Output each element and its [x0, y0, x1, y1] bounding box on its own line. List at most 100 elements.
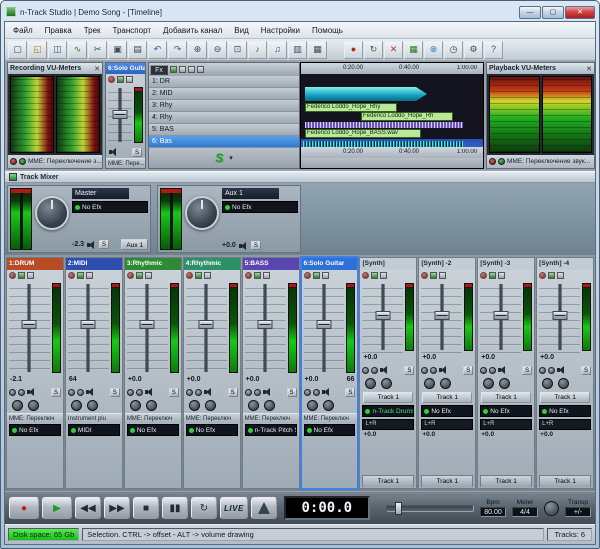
volume-fader[interactable] [304, 281, 345, 375]
solo-button[interactable]: S [110, 388, 120, 397]
snap-grid-icon[interactable]: ▦ [404, 41, 423, 59]
slider-thumb[interactable] [395, 502, 402, 515]
track-select-button[interactable]: Track 1 [540, 392, 590, 403]
aux-send-knob[interactable] [365, 378, 376, 389]
solo-button[interactable]: S [522, 366, 532, 375]
menu-item[interactable]: Помощь [306, 25, 349, 36]
volume-fader[interactable] [480, 281, 521, 353]
clock-icon[interactable]: ◷ [444, 41, 463, 59]
volume-fader[interactable] [9, 281, 50, 375]
clip-label[interactable]: Federico Loddo_Hope_BASS.wav [305, 129, 421, 138]
undo-icon[interactable]: ↶ [148, 41, 167, 59]
aux-send-knob[interactable] [189, 400, 200, 411]
pan-knob-large[interactable] [499, 378, 510, 389]
track-tab[interactable]: Track 1 [362, 475, 414, 487]
pause-button[interactable]: ▮▮ [162, 497, 188, 519]
mute-speaker-icon[interactable] [439, 366, 448, 374]
record-led-icon[interactable] [10, 158, 17, 165]
pan-knob[interactable] [127, 389, 134, 396]
strip-name[interactable]: 1:DRUM [7, 258, 63, 270]
effects-slot[interactable]: No Efx [539, 405, 591, 417]
fx-icon[interactable] [126, 76, 133, 83]
new-file-icon[interactable]: ▢ [8, 41, 27, 59]
meter-value[interactable]: 4/4 [512, 507, 538, 517]
fader-handle[interactable] [81, 320, 96, 329]
strip-name[interactable]: 4:Rhythmic [184, 258, 240, 270]
track-tab[interactable]: Track 1 [480, 475, 532, 487]
solo-button[interactable]: S [463, 366, 473, 375]
song-position-slider[interactable] [386, 505, 474, 512]
chevron-down-icon[interactable]: ▾ [229, 154, 233, 162]
record-button[interactable]: ● [9, 497, 39, 519]
master-volume-knob[interactable] [35, 196, 69, 230]
solo-button[interactable]: S [99, 240, 109, 249]
mute-speaker-icon[interactable] [109, 148, 118, 156]
pan-knob[interactable] [245, 389, 252, 396]
aux-send-knob[interactable] [307, 400, 318, 411]
pan-knob[interactable] [186, 389, 193, 396]
clip-label[interactable]: Federico Loddo_Hope_Rh [361, 112, 453, 121]
monitor-icon[interactable] [254, 272, 261, 279]
solo-button[interactable]: S [581, 366, 591, 375]
output-channel-box[interactable]: L+R [421, 419, 473, 430]
track-row[interactable]: 5: BAS [149, 124, 299, 136]
audio-clip-waveform[interactable] [305, 87, 427, 101]
add-midi-track-icon[interactable]: ♫ [268, 41, 287, 59]
volume-fader[interactable] [539, 281, 580, 353]
fader-handle[interactable] [22, 320, 37, 329]
pan-knob-large[interactable] [146, 400, 157, 411]
trim-knob[interactable] [430, 367, 437, 374]
io-device-label[interactable]: MME: Переключ [125, 413, 181, 423]
io-device-label[interactable]: MME: Переключ [7, 413, 63, 423]
mute-speaker-icon[interactable] [263, 388, 272, 396]
fader-handle[interactable] [199, 320, 214, 329]
monitor-led-icon[interactable] [498, 158, 505, 165]
io-device-label[interactable]: Instrument plu [66, 413, 122, 423]
fx-bypass-icon[interactable] [145, 272, 152, 279]
monitor-icon[interactable] [313, 272, 320, 279]
mute-all-icon[interactable] [179, 66, 186, 73]
play-button[interactable]: ▶ [42, 497, 72, 519]
fx-bypass-icon[interactable] [27, 272, 34, 279]
track-row[interactable]: 2: MID [149, 88, 299, 100]
record-arm-icon[interactable] [362, 272, 369, 279]
collapse-all-icon[interactable] [197, 66, 204, 73]
delete-icon[interactable]: ✕ [384, 41, 403, 59]
monitor-icon[interactable] [430, 272, 437, 279]
pan-knob[interactable] [304, 389, 311, 396]
fader-handle[interactable] [140, 320, 155, 329]
zoom-out-icon[interactable]: ⊖ [208, 41, 227, 59]
clip-label[interactable]: Federico Loddo_Hope_Rhy [305, 103, 397, 112]
pan-knob-large[interactable] [28, 400, 39, 411]
mute-speaker-icon[interactable] [239, 242, 248, 250]
transpose-value[interactable]: +/- [565, 507, 591, 517]
save-file-icon[interactable]: ◫ [48, 41, 67, 59]
strip-name[interactable]: 5:BASS [243, 258, 299, 270]
paste-icon[interactable]: ▤ [128, 41, 147, 59]
io-device-label[interactable]: MME: Переключ [184, 413, 240, 423]
trim-knob[interactable] [254, 389, 261, 396]
track-row[interactable]: 6: Bas [149, 136, 299, 148]
volume-fader[interactable] [421, 281, 462, 353]
record-arm-icon[interactable] [186, 272, 193, 279]
solo-button[interactable]: S [251, 241, 261, 250]
solo-button[interactable]: S [169, 388, 179, 397]
strip-name[interactable]: 2:MIDI [66, 258, 122, 270]
menu-item[interactable]: Настройки [255, 25, 306, 36]
volume-fader[interactable] [127, 281, 168, 375]
record-arm-icon[interactable] [108, 76, 115, 83]
mute-speaker-icon[interactable] [145, 388, 154, 396]
cut-icon[interactable]: ✂ [88, 41, 107, 59]
timeline-scrollbar[interactable] [301, 158, 483, 168]
loop-button[interactable]: ↻ [191, 497, 217, 519]
timeline-content[interactable]: Federico Loddo_Hope_Rhy Federico Loddo_H… [301, 74, 483, 147]
menu-item[interactable]: Правка [39, 25, 78, 36]
fader-handle[interactable] [434, 311, 449, 320]
zoom-fit-icon[interactable]: ⊡ [228, 41, 247, 59]
track-select-button[interactable]: Track 1 [363, 392, 413, 403]
panel-titlebar[interactable]: Playback VU-Meters ✕ [487, 63, 594, 74]
strip-name[interactable]: [Synth] -4 [537, 258, 593, 270]
effects-slot[interactable]: No Efx [9, 424, 61, 436]
minimize-button[interactable]: — [519, 6, 541, 19]
live-button[interactable]: LIVE [220, 497, 248, 519]
